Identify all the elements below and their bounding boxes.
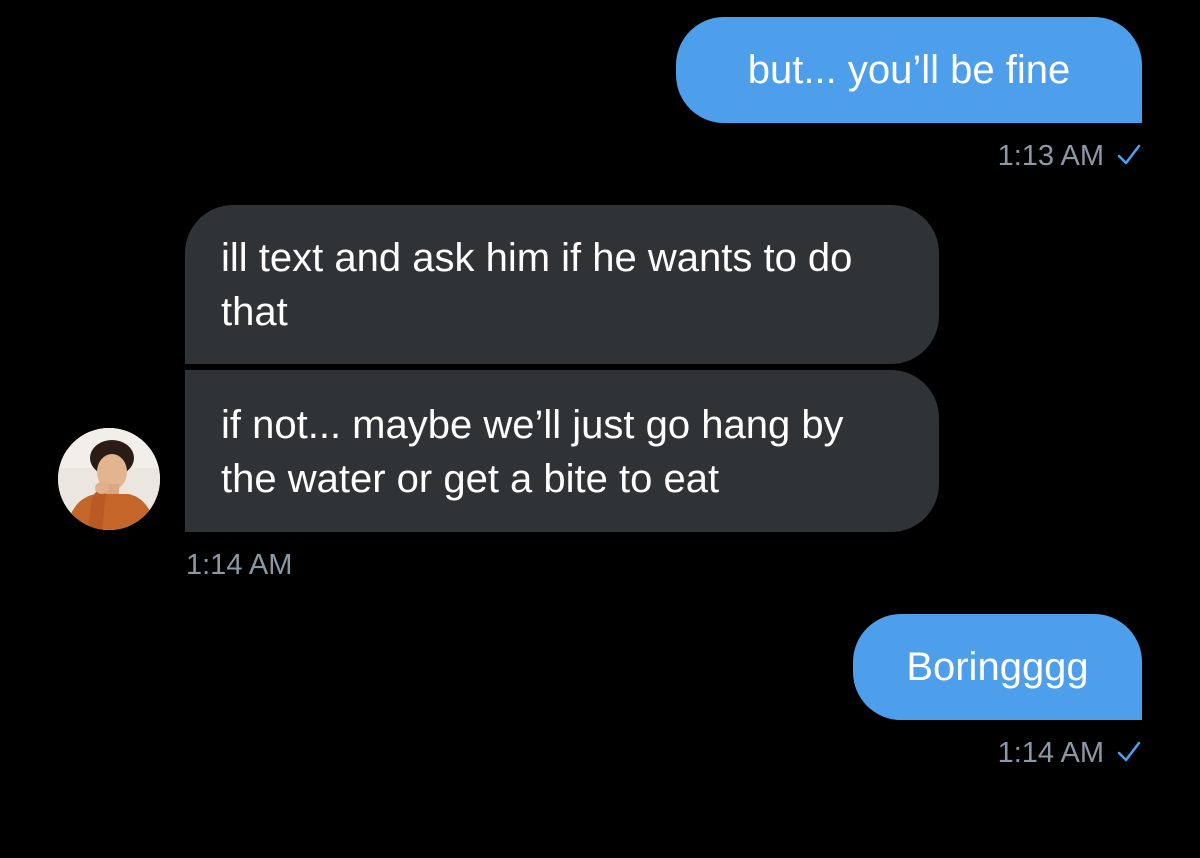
message-bubble-sent[interactable]: but... you’ll be fine [676, 17, 1142, 123]
timestamp-text: 1:13 AM [997, 140, 1104, 172]
contact-avatar[interactable] [58, 428, 160, 530]
checkmark-icon [1117, 144, 1141, 165]
message-text: but... you’ll be fine [747, 48, 1071, 92]
message-timestamp: 1:14 AM [186, 549, 292, 582]
message-text: if not... maybe we’ll just go hang by th… [221, 403, 844, 501]
message-bubble-received[interactable]: if not... maybe we’ll just go hang by th… [185, 370, 939, 532]
message-text: Boringggg [906, 645, 1089, 689]
message-bubble-sent[interactable]: Boringggg [853, 614, 1142, 720]
checkmark-icon [1117, 741, 1141, 762]
avatar-image [58, 428, 160, 530]
message-timestamp: 1:14 AM [998, 737, 1142, 770]
timestamp-text: 1:14 AM [997, 737, 1104, 769]
message-timestamp: 1:13 AM [998, 140, 1142, 173]
message-text: ill text and ask him if he wants to do t… [221, 236, 853, 334]
message-bubble-received[interactable]: ill text and ask him if he wants to do t… [185, 205, 939, 364]
timestamp-text: 1:14 AM [186, 549, 293, 581]
